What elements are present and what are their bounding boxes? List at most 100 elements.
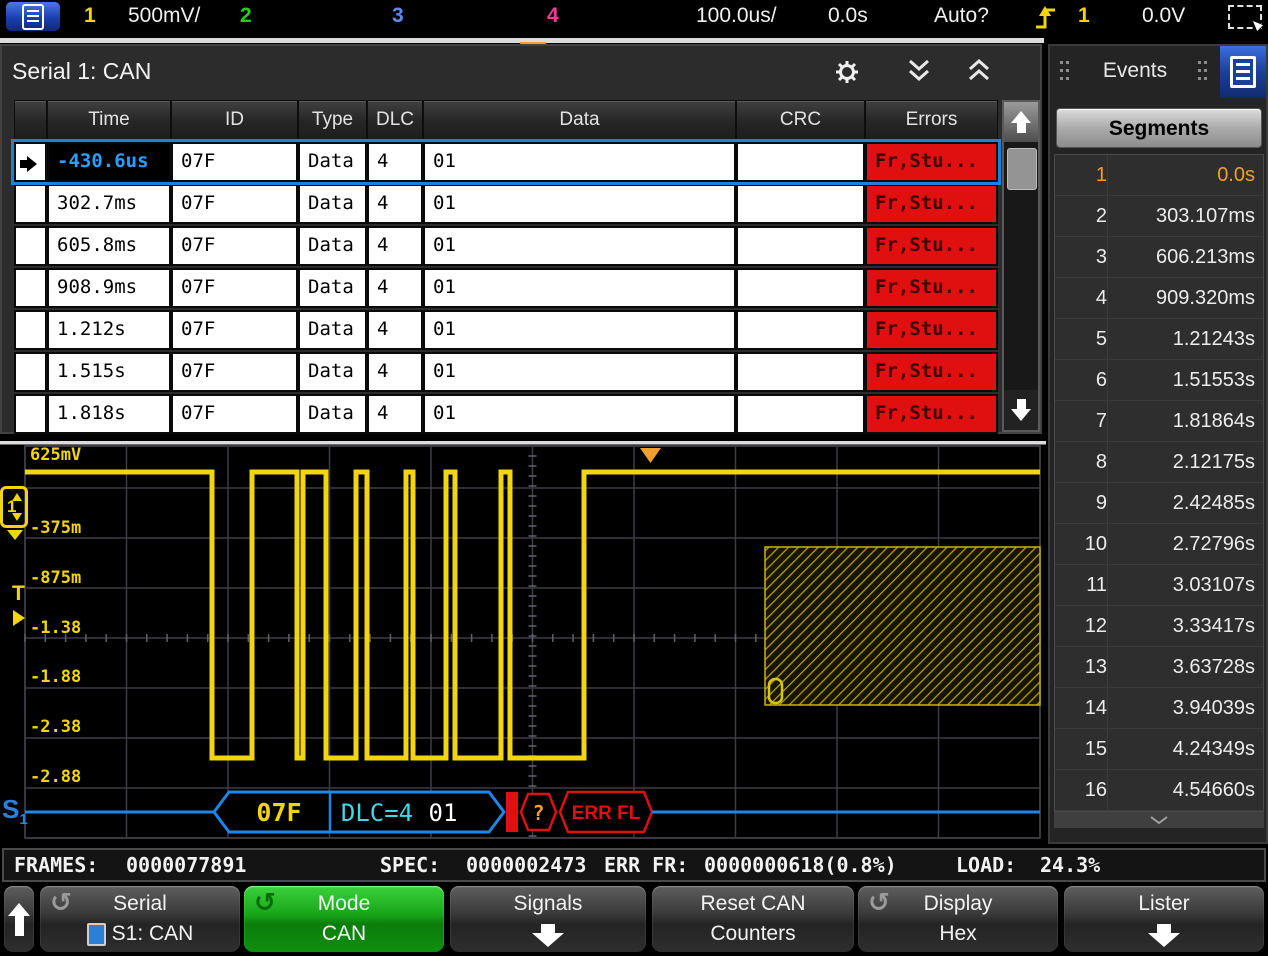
segment-time: 2.42485s: [1173, 483, 1255, 523]
lister-cell-data: 01: [423, 142, 736, 182]
segment-row[interactable]: 4909.320ms: [1055, 278, 1263, 319]
segment-row[interactable]: 154.24349s: [1055, 729, 1263, 770]
segment-time: 1.51553s: [1173, 360, 1255, 400]
segments-list[interactable]: 10.0s2303.107ms3606.213ms4909.320ms51.21…: [1054, 154, 1264, 812]
trigger-slope-icon: [1034, 4, 1058, 30]
frames-label: FRAMES:: [14, 853, 98, 877]
lister-cell-data: 01: [423, 226, 736, 266]
scroll-down-button[interactable]: [1004, 390, 1038, 430]
segment-row[interactable]: 61.51553s: [1055, 360, 1263, 401]
segment-time: 909.320ms: [1156, 278, 1255, 318]
scroll-up-button[interactable]: [1004, 102, 1038, 142]
trigger-level-marker[interactable]: T: [12, 582, 25, 606]
trigger-source-readout[interactable]: 1: [1078, 4, 1090, 28]
segment-row[interactable]: 82.12175s: [1055, 442, 1263, 483]
lister-row[interactable]: -430.6us07FData401Fr,Stu...: [14, 142, 998, 182]
lister-cell-id: 07F: [171, 268, 298, 308]
lister-cell-crc: [736, 226, 865, 266]
segment-number: 7: [1055, 401, 1108, 441]
segment-row[interactable]: 123.33417s: [1055, 606, 1263, 647]
trigger-mode-readout[interactable]: Auto?: [934, 4, 989, 28]
ch1-ground-marker[interactable]: 1: [0, 486, 28, 528]
channel3-badge[interactable]: 3: [392, 4, 404, 28]
lister-row[interactable]: 302.7ms07FData401Fr,Stu...: [14, 184, 998, 224]
segments-button[interactable]: Segments: [1056, 108, 1262, 148]
scrollbar-thumb[interactable]: [1007, 148, 1037, 190]
channel1-scale[interactable]: 500mV/: [128, 4, 200, 28]
display-softkey[interactable]: ↺ Display Hex: [858, 886, 1058, 952]
segment-time: 3.03107s: [1173, 565, 1255, 605]
back-up-softkey[interactable]: [4, 886, 34, 952]
spec-value: 0000002473: [466, 853, 586, 877]
up-arrow-icon: [12, 493, 22, 501]
segment-row[interactable]: 10.0s: [1055, 155, 1263, 196]
lister-cell-type: Data: [298, 352, 367, 392]
voltage-axis-label: -1.88: [30, 669, 81, 686]
segment-time: 2.12175s: [1173, 442, 1255, 482]
load-label: LOAD:: [956, 853, 1016, 877]
drag-grip-icon[interactable]: [1198, 61, 1201, 64]
lister-softkey[interactable]: Lister: [1064, 886, 1264, 952]
lister-row[interactable]: 1.212s07FData401Fr,Stu...: [14, 310, 998, 350]
lister-cell-data: 01: [423, 268, 736, 308]
channel2-badge[interactable]: 2: [240, 4, 252, 28]
segment-row[interactable]: 164.54660s: [1055, 770, 1263, 811]
lister-scrollbar[interactable]: [1002, 100, 1040, 432]
segment-row[interactable]: 51.21243s: [1055, 319, 1263, 360]
channel4-badge[interactable]: 4: [547, 4, 559, 28]
delay-readout[interactable]: 0.0s: [828, 4, 868, 28]
lister-row[interactable]: 1.515s07FData401Fr,Stu...: [14, 352, 998, 392]
lister-row[interactable]: 605.8ms07FData401Fr,Stu...: [14, 226, 998, 266]
lister-cell-errors: Fr,Stu...: [865, 226, 998, 266]
segment-row[interactable]: 13 3.63728s: [1055, 647, 1263, 688]
lister-cell-crc: [736, 394, 865, 434]
lister-cell-crc: [736, 310, 865, 350]
segments-scroll-hint[interactable]: [1054, 812, 1264, 828]
channel1-badge[interactable]: 1: [84, 4, 96, 28]
decode-dlc-value: DLC=4: [341, 799, 413, 827]
lister-row[interactable]: 1.818s07FData401Fr,Stu...: [14, 394, 998, 434]
lister-cell-dlc: 4: [367, 184, 423, 224]
events-panel-title: Events: [1050, 59, 1220, 83]
lister-cell-arrow: [14, 226, 47, 266]
lister-cell-errors: Fr,Stu...: [865, 142, 998, 182]
segment-row[interactable]: 143.94039s: [1055, 688, 1263, 729]
lister-cell-arrow: [14, 310, 47, 350]
segment-row[interactable]: 9 2.42485s: [1055, 483, 1263, 524]
mode-softkey[interactable]: ↺ Mode CAN: [244, 886, 444, 952]
lister-cell-crc: [736, 352, 865, 392]
lister-cell-arrow: [14, 394, 47, 434]
serial-bus-label: S1: [2, 794, 28, 828]
trigger-level-readout[interactable]: 0.0V: [1142, 4, 1185, 28]
region-select-icon[interactable]: [1228, 5, 1262, 29]
menu-button[interactable]: [6, 2, 60, 31]
segment-row[interactable]: 71.81864s: [1055, 401, 1263, 442]
events-lister-button[interactable]: [1220, 46, 1266, 98]
segment-number: 3: [1055, 237, 1108, 277]
segment-time: 4.24349s: [1173, 729, 1255, 769]
up-arrow-icon: [8, 903, 30, 936]
segment-row[interactable]: 3606.213ms: [1055, 237, 1263, 278]
trigger-level-pointer[interactable]: [13, 610, 25, 626]
display-value: Hex: [939, 922, 976, 946]
reset-can-counters-softkey[interactable]: Reset CAN Counters: [652, 886, 854, 952]
segment-time: 3.63728s: [1173, 647, 1255, 687]
segment-row[interactable]: 11 3.03107s: [1055, 565, 1263, 606]
events-panel: Events Segments 10.0s2303.107ms3606.213m…: [1048, 44, 1268, 844]
segment-row[interactable]: 2303.107ms: [1055, 196, 1263, 237]
lister-cell-arrow: [14, 352, 47, 392]
segment-row[interactable]: 102.72796s: [1055, 524, 1263, 565]
segment-number: 13: [1055, 647, 1108, 687]
timebase-readout[interactable]: 100.0us/: [696, 4, 777, 28]
segment-time: 1.21243s: [1173, 319, 1255, 359]
waveform-canvas: 07F DLC=4 01 ? ERR FL: [0, 434, 1046, 848]
lister-row[interactable]: 908.9ms07FData401Fr,Stu...: [14, 268, 998, 308]
lister-cell-dlc: 4: [367, 352, 423, 392]
signals-softkey[interactable]: Signals: [450, 886, 646, 952]
trigger-time-marker[interactable]: [640, 448, 661, 463]
segment-number: 9: [1055, 483, 1108, 523]
segment-number: 12: [1055, 606, 1108, 646]
segment-number: 11: [1055, 565, 1108, 605]
serial-softkey[interactable]: ↺ Serial S1: CAN: [40, 886, 240, 952]
err-fr-label: ERR FR:: [604, 853, 688, 877]
